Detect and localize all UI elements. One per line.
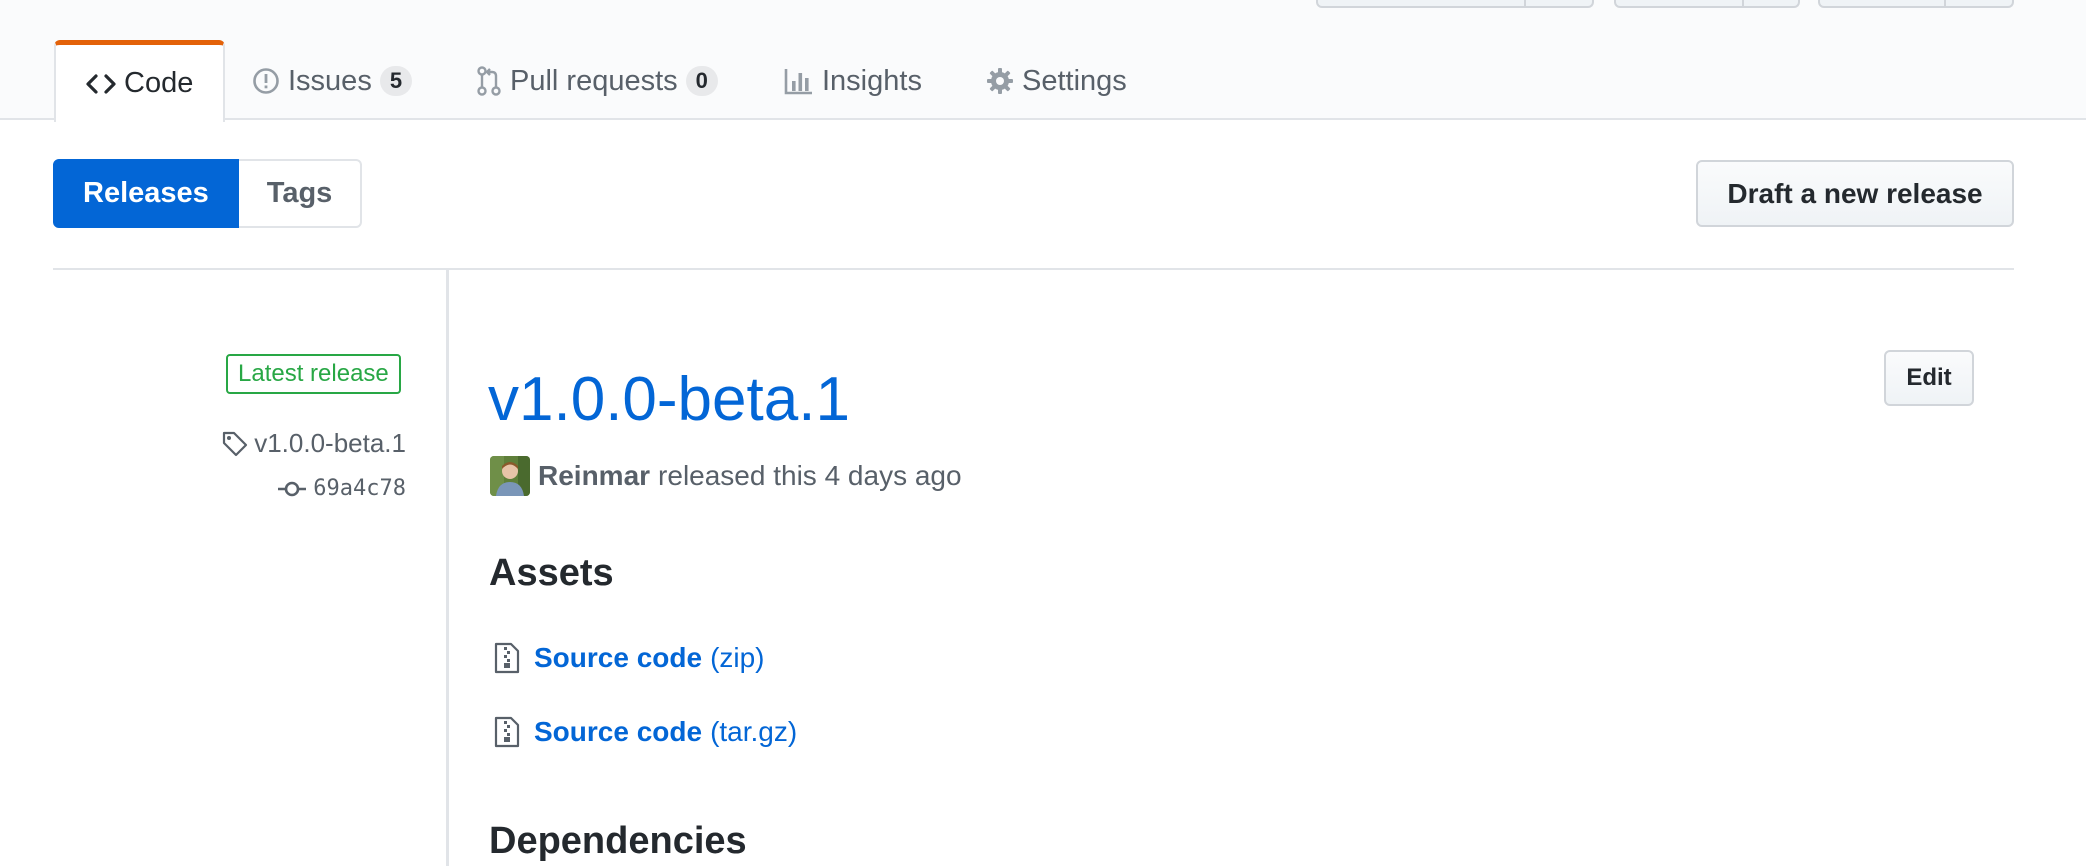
tab-pull-requests-label: Pull requests	[510, 64, 678, 97]
asset-zip-link[interactable]: Source code (zip)	[494, 642, 765, 674]
releases-tab[interactable]: Releases	[53, 159, 239, 228]
latest-release-badge: Latest release	[226, 354, 401, 394]
timeline-divider	[446, 270, 449, 866]
tab-issues[interactable]: Issues 5	[252, 40, 413, 122]
tab-insights[interactable]: Insights	[784, 40, 922, 122]
repo-header: Code Issues 5 Pull requests 0 Insights S…	[0, 0, 2086, 122]
tab-code[interactable]: Code	[54, 40, 226, 122]
tab-code-label: Code	[124, 67, 194, 99]
asset-targz-format: (tar.gz)	[710, 716, 798, 747]
tab-settings[interactable]: Settings	[986, 40, 1127, 122]
release-tag-link[interactable]: v1.0.0-beta.1	[222, 428, 406, 459]
git-commit-icon	[277, 479, 307, 499]
file-zip-icon	[494, 642, 520, 674]
code-icon	[86, 73, 116, 95]
author-name[interactable]: Reinmar	[538, 460, 650, 492]
release-commit-link[interactable]: 69a4c78	[277, 476, 406, 501]
git-pull-request-icon	[476, 65, 502, 97]
dependencies-heading: Dependencies	[489, 820, 747, 862]
tab-issues-label: Issues	[288, 64, 372, 97]
issues-count: 5	[379, 66, 413, 96]
graph-icon	[784, 67, 814, 95]
tag-icon	[222, 431, 248, 457]
gear-icon	[986, 67, 1014, 95]
release-time: released this 4 days ago	[658, 460, 962, 491]
edit-release-button[interactable]: Edit	[1884, 350, 1974, 406]
release-tag-text: v1.0.0-beta.1	[254, 428, 406, 458]
asset-targz-link[interactable]: Source code (tar.gz)	[494, 716, 797, 748]
draft-new-release-button[interactable]: Draft a new release	[1696, 160, 2014, 227]
watch-button[interactable]	[1316, 0, 1594, 8]
asset-zip-format: (zip)	[710, 642, 765, 673]
tags-tab[interactable]: Tags	[238, 159, 363, 228]
issue-opened-icon	[252, 67, 280, 95]
assets-heading: Assets	[489, 552, 614, 594]
release-title[interactable]: v1.0.0-beta.1	[488, 360, 850, 440]
release-commit-text: 69a4c78	[313, 476, 406, 501]
asset-targz-name: Source code	[534, 716, 703, 747]
tab-pull-requests[interactable]: Pull requests 0	[476, 40, 718, 122]
star-button[interactable]	[1614, 0, 1800, 8]
divider	[53, 268, 2014, 270]
tab-insights-label: Insights	[822, 64, 922, 97]
file-zip-icon	[494, 716, 520, 748]
fork-button[interactable]	[1818, 0, 2014, 8]
asset-zip-name: Source code	[534, 642, 703, 673]
releases-subnav: Releases Tags	[53, 159, 363, 228]
pull-requests-count: 0	[685, 66, 718, 96]
release-byline: Reinmar released this 4 days ago	[490, 456, 962, 496]
tab-settings-label: Settings	[1022, 64, 1127, 97]
avatar[interactable]	[490, 456, 530, 496]
